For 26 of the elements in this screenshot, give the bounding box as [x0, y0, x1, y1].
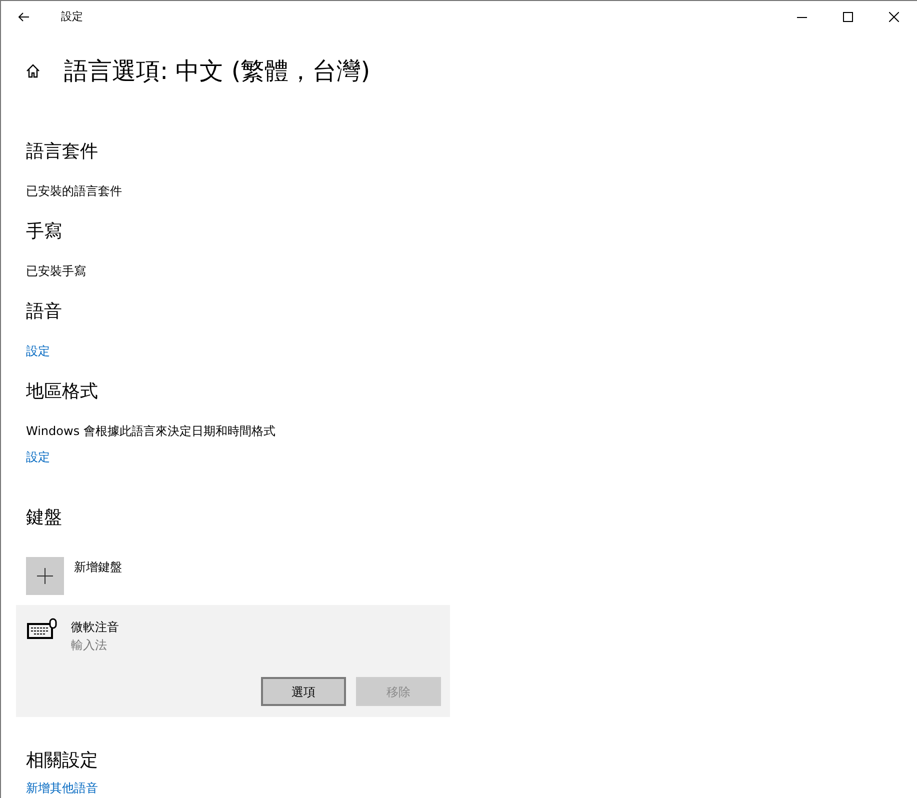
keyboard-icon [27, 618, 59, 640]
section-heading: 手寫 [26, 220, 62, 244]
add-voice-link[interactable]: 新增其他語音 [26, 779, 98, 797]
back-arrow-icon [18, 12, 30, 22]
keyboard-name: 微軟注音 [71, 619, 119, 636]
section-heading: 語言套件 [26, 140, 98, 164]
home-icon[interactable] [25, 63, 41, 79]
section-heading: 語音 [26, 300, 62, 324]
minimize-icon [797, 16, 807, 18]
maximize-icon [843, 12, 853, 22]
window-title: 設定 [61, 8, 83, 25]
section-heading: 相關設定 [26, 748, 98, 772]
plus-icon [37, 568, 53, 584]
description-text: 已安裝手寫 [26, 263, 86, 280]
page-title: 語言選項: 中文 (繁體，台灣) [64, 56, 370, 87]
keyboard-type: 輸入法 [71, 637, 108, 654]
settings-link[interactable]: 設定 [26, 448, 50, 466]
settings-link[interactable]: 設定 [26, 342, 50, 360]
add-keyboard-label: 新增鍵盤 [74, 559, 122, 576]
description-text: 已安裝的語言套件 [26, 183, 122, 200]
keyboard-action-button[interactable]: 選項 [261, 677, 346, 706]
section-heading: 鍵盤 [26, 506, 62, 530]
section-heading: 地區格式 [26, 380, 98, 404]
description-text: Windows 會根據此語言來決定日期和時間格式 [26, 423, 276, 440]
add-keyboard-button[interactable] [26, 557, 64, 595]
close-icon [889, 12, 899, 22]
